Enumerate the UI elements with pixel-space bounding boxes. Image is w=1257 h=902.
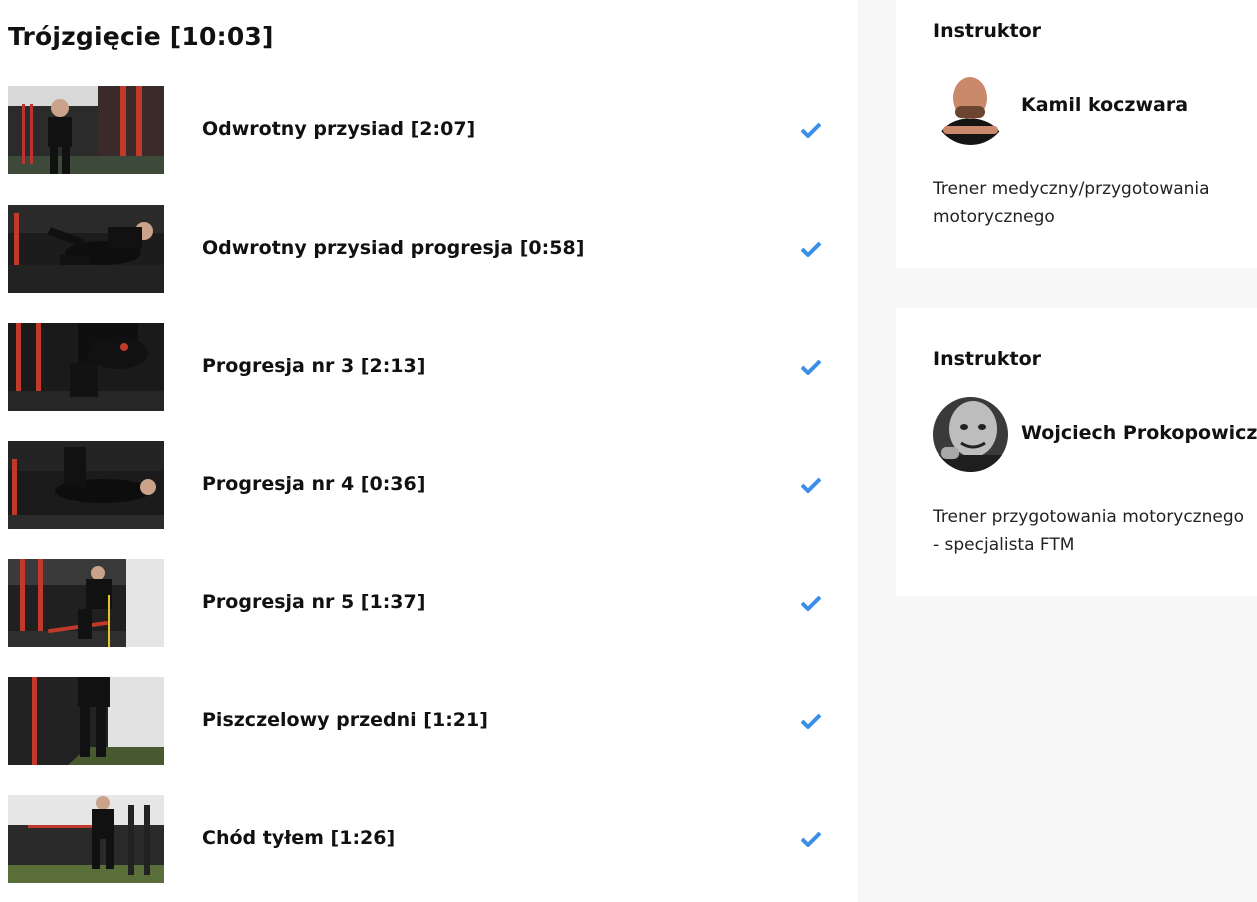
lesson-title[interactable]: Progresja nr 5 [1:37] bbox=[202, 591, 425, 613]
instructor-name[interactable]: Kamil koczwara bbox=[1021, 94, 1188, 116]
lesson-item[interactable]: Progresja nr 5 [1:37] bbox=[8, 559, 838, 647]
instructor-label: Instruktor bbox=[933, 20, 1042, 42]
section-title: Trójzgięcie [10:03] bbox=[8, 22, 274, 51]
lesson-item[interactable]: Odwrotny przysiad progresja [0:58] bbox=[8, 205, 838, 293]
lesson-title[interactable]: Progresja nr 4 [0:36] bbox=[202, 473, 425, 495]
lesson-thumbnail[interactable] bbox=[8, 677, 164, 765]
lesson-title[interactable]: Odwrotny przysiad progresja [0:58] bbox=[202, 237, 584, 259]
instructor-description: Trener medyczny/przygotowania motoryczne… bbox=[933, 179, 1210, 227]
lesson-thumbnail[interactable] bbox=[8, 795, 164, 883]
lesson-title[interactable]: Progresja nr 3 [2:13] bbox=[202, 355, 425, 377]
lesson-title[interactable]: Odwrotny przysiad [2:07] bbox=[202, 118, 475, 140]
checkmark-icon bbox=[801, 595, 821, 611]
checkmark-icon bbox=[801, 713, 821, 729]
course-page: Trójzgięcie [10:03] Odwrotny przysiad [2… bbox=[0, 0, 1257, 902]
avatar[interactable] bbox=[933, 397, 1008, 472]
checkmark-icon bbox=[801, 831, 821, 847]
instructor-label: Instruktor bbox=[933, 348, 1042, 370]
lesson-item[interactable]: Odwrotny przysiad [2:07] bbox=[8, 86, 838, 174]
lesson-item[interactable]: Progresja nr 4 [0:36] bbox=[8, 441, 838, 529]
instructor-card: Instruktor Kamil koczwara Trener medyczn… bbox=[896, 0, 1257, 268]
checkmark-icon bbox=[801, 122, 821, 138]
lesson-item[interactable]: Chód tyłem [1:26] bbox=[8, 795, 838, 883]
checkmark-icon bbox=[801, 359, 821, 375]
lesson-title[interactable]: Chód tyłem [1:26] bbox=[202, 827, 395, 849]
instructor-name[interactable]: Wojciech Prokopowicz bbox=[1021, 422, 1257, 444]
checkmark-icon bbox=[801, 477, 821, 493]
lesson-thumbnail[interactable] bbox=[8, 323, 164, 411]
lesson-item[interactable]: Piszczelowy przedni [1:21] bbox=[8, 677, 838, 765]
lesson-item[interactable]: Progresja nr 3 [2:13] bbox=[8, 323, 838, 411]
instructor-card: Instruktor Wojciech Prokopowicz Trener p… bbox=[896, 308, 1257, 596]
lesson-thumbnail[interactable] bbox=[8, 441, 164, 529]
lesson-title[interactable]: Piszczelowy przedni [1:21] bbox=[202, 709, 488, 731]
lesson-thumbnail[interactable] bbox=[8, 205, 164, 293]
lesson-thumbnail[interactable] bbox=[8, 559, 164, 647]
lesson-thumbnail[interactable] bbox=[8, 86, 164, 174]
checkmark-icon bbox=[801, 241, 821, 257]
instructor-description: Trener przygotowania motorycznego - spec… bbox=[933, 507, 1245, 555]
avatar[interactable] bbox=[933, 70, 1008, 145]
lesson-list-panel: Trójzgięcie [10:03] Odwrotny przysiad [2… bbox=[0, 0, 858, 902]
